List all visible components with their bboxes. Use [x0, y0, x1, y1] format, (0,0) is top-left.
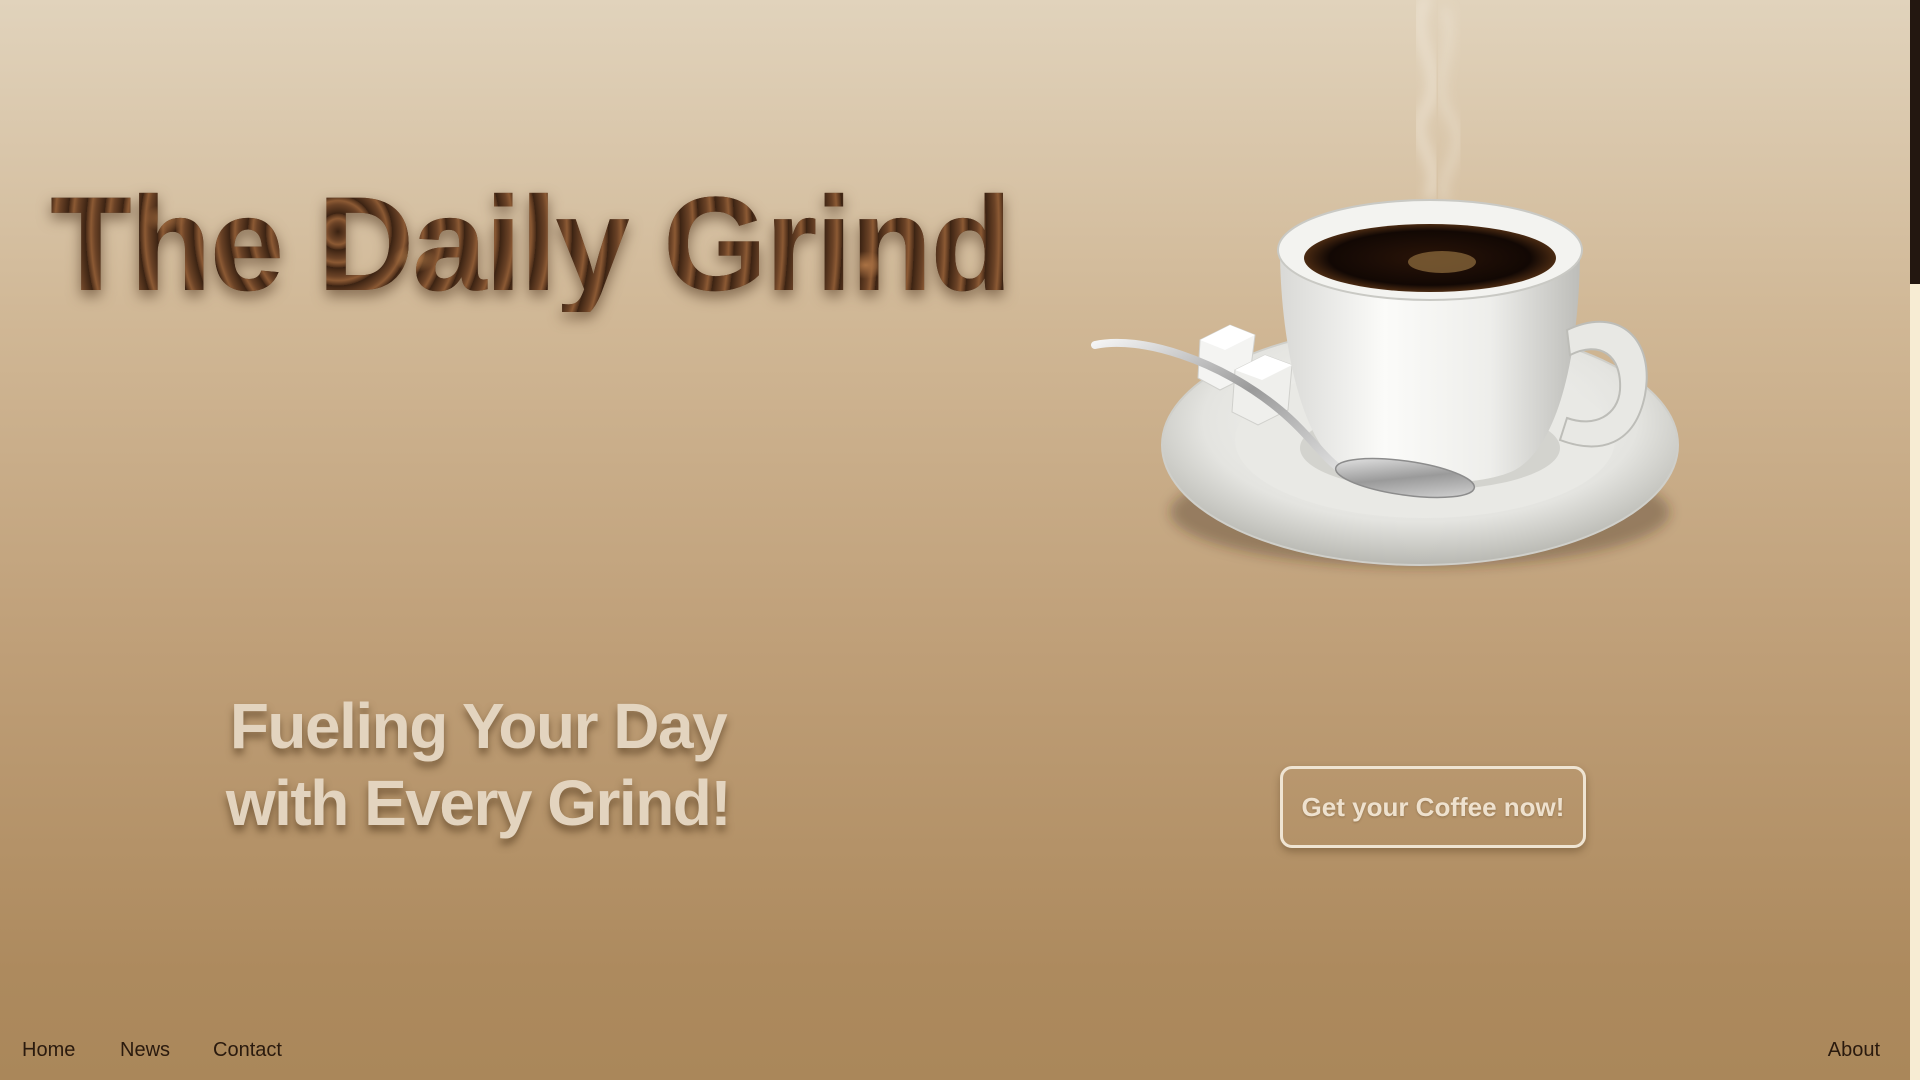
tagline-line-1: Fueling Your Day	[229, 690, 728, 762]
nav-link-about[interactable]: About	[1828, 1030, 1880, 1070]
nav-link-contact[interactable]: Contact	[213, 1030, 282, 1070]
nav-link-news[interactable]: News	[120, 1030, 170, 1070]
tagline: Fueling Your Day with Every Grind!	[190, 688, 766, 842]
scrollbar-thumb[interactable]	[1910, 0, 1920, 284]
nav-link-home[interactable]: Home	[22, 1030, 75, 1070]
steam	[1414, 0, 1461, 203]
tagline-line-2: with Every Grind!	[225, 767, 732, 839]
footer-nav: Home News Contact About	[0, 1030, 1910, 1070]
site-title: The Daily Grind	[50, 170, 1011, 319]
get-coffee-button[interactable]: Get your Coffee now!	[1280, 766, 1586, 848]
coffee-cup-image	[1091, 0, 1679, 567]
